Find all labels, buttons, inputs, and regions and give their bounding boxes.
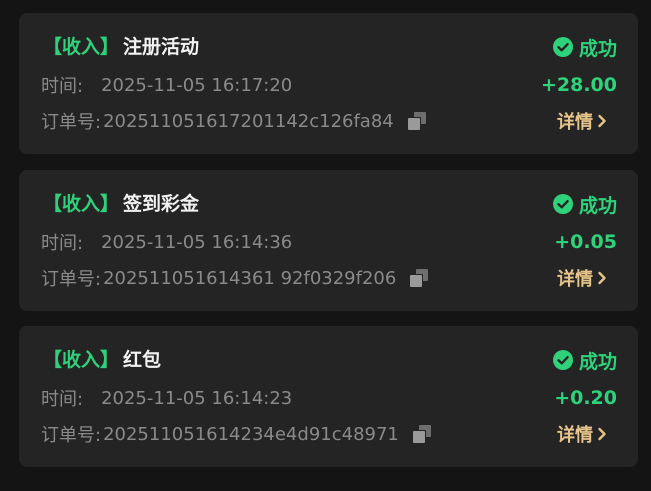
transaction-title: 签到彩金 xyxy=(123,192,200,215)
chevron-right-icon xyxy=(598,114,606,128)
order-row: 订单号: 202511051617201142c126fa84 xyxy=(41,108,426,134)
chevron-right-icon xyxy=(598,271,606,285)
income-tag: 【收入】 xyxy=(43,35,120,58)
order-label: 订单号: xyxy=(41,112,102,133)
time-row: 时间: 2025-11-05 16:17:20 xyxy=(41,72,292,98)
transaction-list: 【收入】 注册活动 成功 时间: 2025-11-05 16:17:20 +28… xyxy=(0,0,651,491)
income-tag: 【收入】 xyxy=(43,348,120,371)
detail-label: 详情 xyxy=(557,269,593,290)
transaction-title-row: 【收入】 签到彩金 xyxy=(43,188,199,216)
copy-icon[interactable] xyxy=(412,425,431,443)
time-label: 时间: xyxy=(41,233,84,254)
order-row: 订单号: 202511051614361 92f0329f206 xyxy=(41,265,429,291)
time-value: 2025-11-05 16:14:36 xyxy=(101,231,293,253)
status-text: 成功 xyxy=(578,37,617,60)
check-circle-icon xyxy=(552,350,573,370)
transaction-card: 【收入】 红包 成功 时间: 2025-11-05 16:14:23 +0.20… xyxy=(19,326,638,467)
order-label: 订单号: xyxy=(41,425,102,446)
detail-button[interactable]: 详情 xyxy=(557,264,607,292)
time-value: 2025-11-05 16:17:20 xyxy=(101,74,293,96)
amount-value: +28.00 xyxy=(540,74,617,96)
detail-button[interactable]: 详情 xyxy=(557,107,607,135)
order-row: 订单号: 202511051614234e4d91c48971 xyxy=(41,421,431,447)
detail-button[interactable]: 详情 xyxy=(557,420,607,448)
transaction-title-row: 【收入】 注册活动 xyxy=(43,31,199,59)
chevron-right-icon xyxy=(598,427,606,441)
time-label: 时间: xyxy=(41,389,84,410)
status-badge: 成功 xyxy=(552,347,617,373)
status-badge: 成功 xyxy=(552,191,617,217)
check-circle-icon xyxy=(552,37,573,57)
order-number: 202511051614361 92f0329f206 xyxy=(103,267,397,289)
transaction-card: 【收入】 注册活动 成功 时间: 2025-11-05 16:17:20 +28… xyxy=(19,13,638,154)
time-row: 时间: 2025-11-05 16:14:23 xyxy=(41,385,292,411)
amount-value: +0.05 xyxy=(554,231,617,253)
order-label: 订单号: xyxy=(41,269,102,290)
transaction-title: 注册活动 xyxy=(123,35,200,58)
status-badge: 成功 xyxy=(552,34,617,60)
copy-icon[interactable] xyxy=(410,269,429,287)
time-row: 时间: 2025-11-05 16:14:36 xyxy=(41,229,292,255)
status-text: 成功 xyxy=(578,194,617,217)
transaction-title-row: 【收入】 红包 xyxy=(43,344,161,372)
time-value: 2025-11-05 16:14:23 xyxy=(101,387,293,409)
transaction-title: 红包 xyxy=(123,348,162,371)
copy-icon[interactable] xyxy=(407,112,426,130)
time-label: 时间: xyxy=(41,76,84,97)
amount-value: +0.20 xyxy=(554,387,617,409)
status-text: 成功 xyxy=(578,350,617,373)
order-number: 202511051617201142c126fa84 xyxy=(103,110,394,132)
income-tag: 【收入】 xyxy=(43,192,120,215)
transaction-card: 【收入】 签到彩金 成功 时间: 2025-11-05 16:14:36 +0.… xyxy=(19,170,638,311)
detail-label: 详情 xyxy=(557,112,593,133)
detail-label: 详情 xyxy=(557,425,593,446)
check-circle-icon xyxy=(552,194,573,214)
order-number: 202511051614234e4d91c48971 xyxy=(103,423,399,445)
